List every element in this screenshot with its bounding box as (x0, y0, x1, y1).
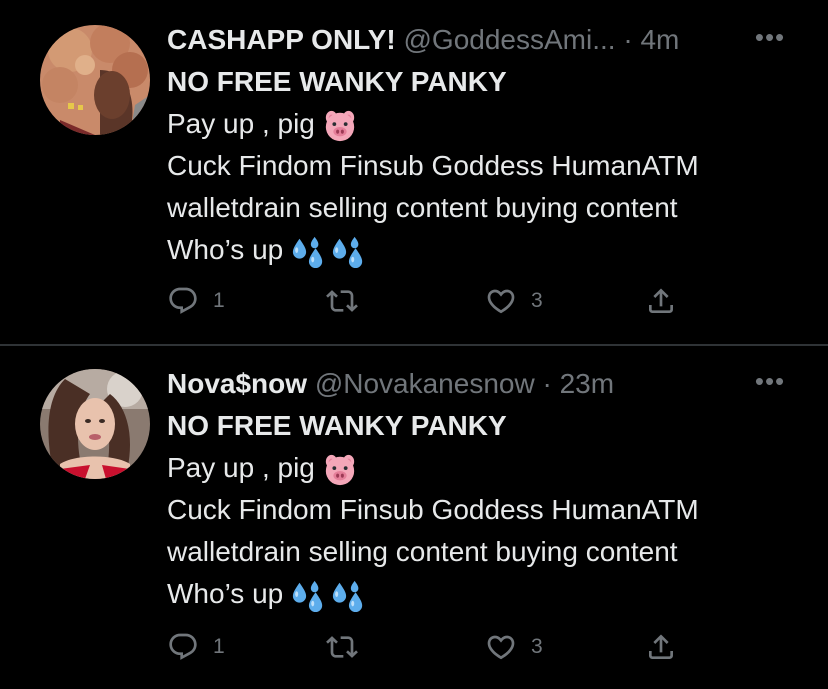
retweet-icon (326, 285, 358, 317)
retweet-button[interactable] (326, 627, 372, 667)
tweet-line-text: Pay up , pig (167, 108, 315, 139)
heart-icon (485, 631, 517, 663)
sweat-droplets-emoji (291, 579, 325, 613)
heart-icon (485, 285, 517, 317)
avatar[interactable] (40, 369, 150, 479)
tweet-line: Pay up , pig (167, 103, 798, 145)
user-handle[interactable]: @Novakanesnow (315, 368, 535, 399)
share-button[interactable] (645, 627, 677, 667)
reply-button[interactable]: 1 (167, 627, 225, 667)
user-handle[interactable]: @GoddessAmi... (404, 24, 616, 55)
tweet-line-text: Who’s up (167, 234, 284, 265)
tweet-actions: 1 3 (167, 281, 687, 321)
dot-separator: · (623, 24, 633, 55)
retweet-button[interactable] (326, 281, 372, 321)
tweet-line: Who’s up (167, 573, 798, 615)
timestamp[interactable]: 23m (560, 368, 614, 399)
share-button[interactable] (645, 281, 677, 321)
reply-button[interactable]: 1 (167, 281, 225, 321)
display-name[interactable]: CASHAPP ONLY! (167, 24, 396, 55)
share-icon (645, 285, 677, 317)
tweet-line: walletdrain selling content buying conte… (167, 192, 678, 223)
more-options-icon[interactable]: ••• (752, 364, 788, 404)
display-name[interactable]: Nova$now (167, 368, 307, 399)
pig-face-emoji (323, 453, 357, 487)
like-count: 3 (531, 289, 543, 312)
tweet-line: Who’s up (167, 229, 798, 271)
timestamp[interactable]: 4m (640, 24, 679, 55)
tweet-line: Cuck Findom Finsub Goddess HumanATM (167, 150, 699, 181)
tweet[interactable]: CASHAPP ONLY! @GoddessAmi... · 4m ••• NO… (0, 0, 828, 344)
tweet-header: Nova$now @Novakanesnow · 23m ••• (167, 364, 788, 404)
tweet-line-text: Pay up , pig (167, 452, 315, 483)
tweet-line-text: Who’s up (167, 578, 284, 609)
more-options-icon[interactable]: ••• (752, 20, 788, 60)
share-icon (645, 631, 677, 663)
pig-face-emoji (323, 109, 357, 143)
reply-count: 1 (213, 289, 225, 312)
like-button[interactable]: 3 (485, 281, 543, 321)
tweet-text: NO FREE WANKY PANKY Pay up , pig Cuck Fi… (167, 61, 798, 271)
tweet-actions: 1 3 (167, 627, 687, 667)
tweet-line: walletdrain selling content buying conte… (167, 536, 678, 567)
tweet-title-line: NO FREE WANKY PANKY (167, 66, 507, 97)
like-count: 3 (531, 635, 543, 658)
tweet-text: NO FREE WANKY PANKY Pay up , pig Cuck Fi… (167, 405, 798, 615)
tweet-title-line: NO FREE WANKY PANKY (167, 410, 507, 441)
dot-separator: · (542, 368, 552, 399)
tweet-header: CASHAPP ONLY! @GoddessAmi... · 4m ••• (167, 20, 788, 60)
sweat-droplets-emoji (291, 235, 325, 269)
reply-icon (167, 631, 199, 663)
tweet[interactable]: Nova$now @Novakanesnow · 23m ••• NO FREE… (0, 346, 828, 689)
like-button[interactable]: 3 (485, 627, 543, 667)
reply-icon (167, 285, 199, 317)
sweat-droplets-emoji (331, 579, 365, 613)
retweet-icon (326, 631, 358, 663)
avatar[interactable] (40, 25, 150, 135)
tweet-line: Cuck Findom Finsub Goddess HumanATM (167, 494, 699, 525)
tweet-line: Pay up , pig (167, 447, 798, 489)
reply-count: 1 (213, 635, 225, 658)
sweat-droplets-emoji (331, 235, 365, 269)
